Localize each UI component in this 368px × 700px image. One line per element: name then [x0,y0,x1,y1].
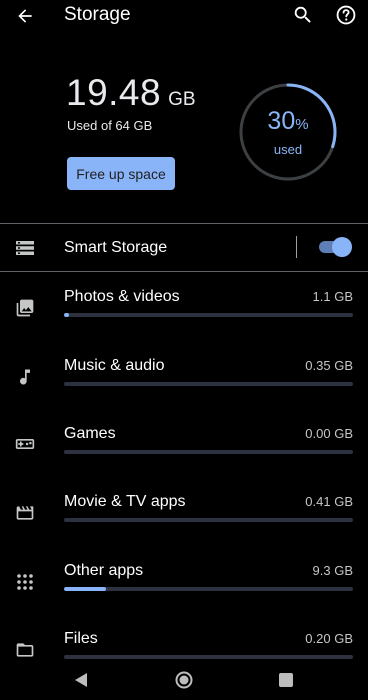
system-nav-bar [0,664,368,700]
percent-label: used [273,141,303,157]
percent-sign: % [295,115,309,133]
category-row-movies[interactable]: Movie & TV apps 0.41 GB [0,493,368,561]
used-unit: GB [168,89,196,110]
divider [0,271,368,272]
category-name: Photos & videos [64,288,180,305]
page-title: Storage [64,4,131,25]
category-size: 0.41 GB [305,494,353,509]
category-row-games[interactable]: Games 0.00 GB [0,425,368,493]
nav-recents-icon[interactable] [278,672,294,688]
category-usage-bar [64,450,353,454]
movie-icon [13,501,37,525]
category-usage-bar [64,313,353,317]
search-icon[interactable] [291,3,315,27]
used-of-total: Used of 64 GB [67,118,153,133]
usage-bar-fill [64,313,69,317]
category-name: Movie & TV apps [64,493,186,510]
games-icon [13,432,37,456]
category-size: 0.35 GB [305,358,353,373]
nav-back-icon[interactable] [72,671,90,689]
category-size: 0.00 GB [305,426,353,441]
usage-bar-fill [64,587,106,591]
category-name: Other apps [64,562,144,579]
category-size: 0.20 GB [305,631,353,646]
toggle-thumb [332,237,352,257]
vertical-separator [296,236,297,258]
category-row-music[interactable]: Music & audio 0.35 GB [0,357,368,425]
nav-home-icon[interactable] [174,670,194,690]
help-icon[interactable] [334,3,358,27]
category-usage-bar [64,518,353,522]
top-app-bar: Storage [0,0,368,32]
apps-grid-icon [13,570,37,594]
category-size: 9.3 GB [312,563,353,578]
used-value: 19.48 [66,72,162,113]
free-up-space-button[interactable]: Free up space [67,157,175,190]
music-note-icon [13,365,37,389]
category-size: 1.1 GB [312,289,353,304]
percent-value: 30 [267,106,296,135]
category-usage-bar [64,655,353,659]
category-name: Music & audio [64,357,165,374]
usage-percent: 30% used [238,82,338,182]
used-storage-amount: 19.48 GB [66,72,196,114]
category-row-other-apps[interactable]: Other apps 9.3 GB [0,562,368,630]
category-name: Games [64,425,116,442]
storage-icon [16,241,34,255]
category-name: Files [64,630,98,647]
folder-icon [13,638,37,662]
arrow-back-icon[interactable] [12,3,38,29]
photos-icon [13,296,37,320]
category-usage-bar [64,382,353,386]
smart-storage-toggle[interactable] [316,237,352,257]
smart-storage-label: Smart Storage [64,239,168,256]
category-usage-bar [64,587,353,591]
category-row-photos[interactable]: Photos & videos 1.1 GB [0,288,368,356]
divider [0,223,368,224]
